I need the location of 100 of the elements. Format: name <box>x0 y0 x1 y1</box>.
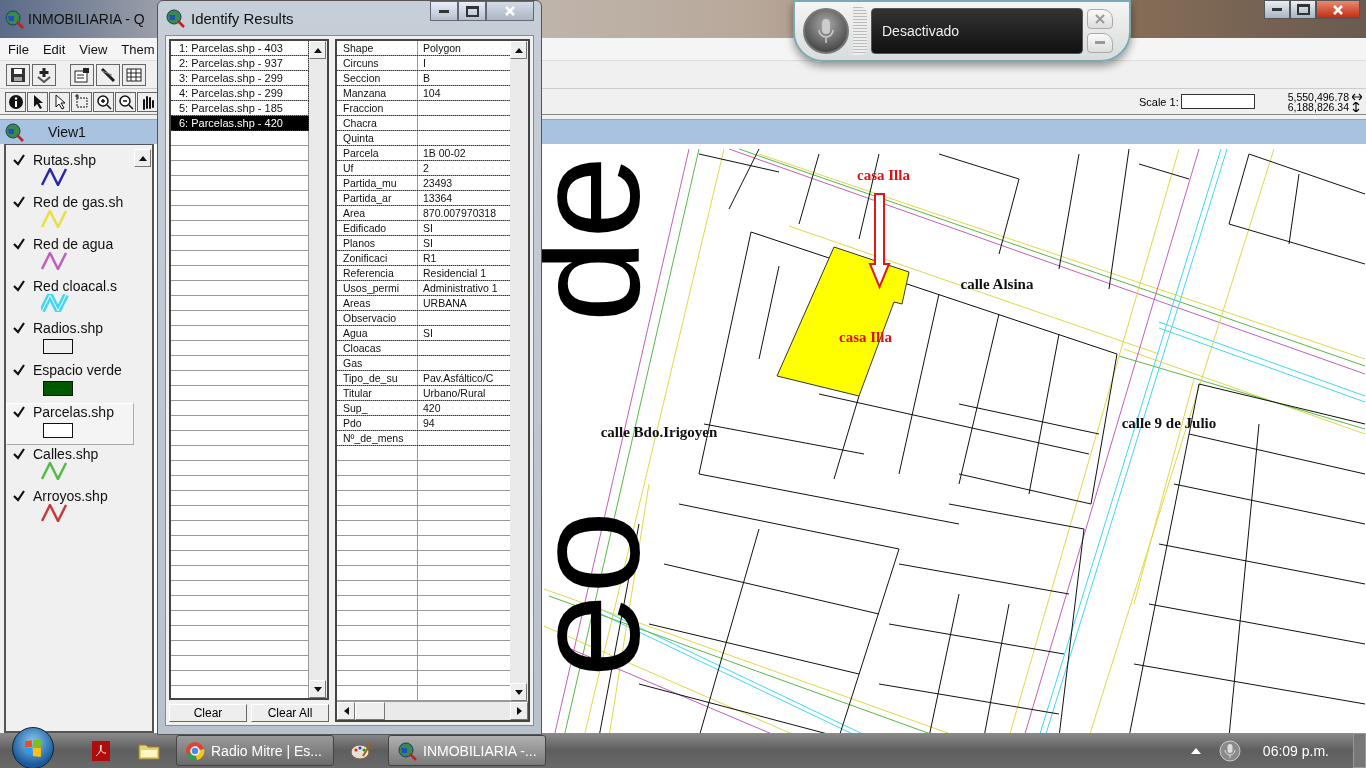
menu-item[interactable]: File <box>8 41 29 57</box>
scroll-left-button[interactable] <box>337 702 355 720</box>
vertical-arrows-icon <box>1352 101 1360 112</box>
menu-item[interactable]: Edit <box>42 41 66 57</box>
identify-button[interactable] <box>5 91 26 112</box>
microphone-button[interactable] <box>803 8 849 54</box>
field-value-cell-text: 104 <box>422 86 442 100</box>
layer-checkbox[interactable] <box>13 154 25 166</box>
scale-field[interactable] <box>1180 94 1255 109</box>
scroll-down-button[interactable] <box>309 680 326 698</box>
windows-logo-icon <box>24 738 42 757</box>
field-value-cell-text: URBANA <box>422 296 468 310</box>
field-name-cell-text: Uf <box>342 161 355 175</box>
table-button[interactable] <box>122 63 146 86</box>
highlighted-parcel[interactable] <box>776 246 910 397</box>
field-name-cell-text: Observacio <box>342 311 398 325</box>
zoom-in-button[interactable] <box>93 91 114 112</box>
scroll-up-button[interactable] <box>309 41 326 59</box>
scroll-thumb[interactable] <box>355 702 385 720</box>
dialog-button[interactable]: Clear <box>169 704 247 722</box>
field-value-cell-text: I <box>422 56 427 70</box>
menu-item[interactable]: Them <box>121 41 155 57</box>
field-value-cell-text: 870.007970318 <box>422 206 497 220</box>
zoom-out-button[interactable] <box>115 91 136 112</box>
up-arrow-icon <box>514 47 523 53</box>
layer-checkbox[interactable] <box>13 322 25 334</box>
field-value-cell-text: Urbano/Rural <box>422 386 487 400</box>
taskbar-app-button[interactable]: Radio Mitre | Es... <box>176 735 334 766</box>
save-button[interactable] <box>6 63 30 86</box>
field-name-cell-text: Chacra <box>342 116 378 130</box>
volume-meter <box>853 7 867 55</box>
add-theme-button[interactable] <box>32 63 56 86</box>
layer-item[interactable]: Red de agua <box>6 235 134 277</box>
close-button[interactable] <box>1316 0 1360 19</box>
field-value-cell-text: Polygon <box>422 41 462 55</box>
layer-checkbox[interactable] <box>13 238 25 250</box>
vertex-button[interactable] <box>49 91 70 112</box>
pdf-icon <box>92 740 110 761</box>
menu-item[interactable]: View <box>79 41 108 57</box>
layer-item[interactable]: Arroyos.shp <box>6 487 134 529</box>
close-icon <box>1332 3 1344 16</box>
pencil-icon <box>100 66 116 83</box>
field-name-cell-text: Gas <box>342 356 364 370</box>
layer-item[interactable]: Calles.shp <box>6 445 134 487</box>
microphone-icon <box>816 18 836 44</box>
layer-item[interactable]: Parcelas.shp <box>6 403 134 445</box>
layer-item[interactable]: Red de gas.sh <box>6 193 134 235</box>
scale-label: Scale 1: <box>1138 95 1179 108</box>
layer-checkbox[interactable] <box>13 490 25 502</box>
close-button[interactable] <box>486 1 534 21</box>
scroll-right-button[interactable] <box>510 702 528 720</box>
field-name-cell-text: Referencia <box>342 266 395 280</box>
result-item[interactable]: 6: Parcelas.shp - 420 <box>171 116 309 131</box>
scroll-up-button[interactable] <box>134 149 151 167</box>
field-name-cell-text: Areas <box>342 296 372 310</box>
layer-name: Rutas.shp <box>33 152 97 168</box>
minimize-icon <box>1095 41 1105 45</box>
scroll-down-button[interactable] <box>510 683 527 701</box>
up-arrow-icon <box>1190 747 1201 754</box>
globe-magnifier-icon <box>165 8 185 28</box>
up-arrow-icon <box>138 155 147 161</box>
map-label: casa Illa <box>857 167 910 183</box>
properties-button[interactable] <box>70 63 94 86</box>
layer-checkbox[interactable] <box>13 280 25 292</box>
field-name-cell-text: Agua <box>342 326 369 340</box>
select-box-button[interactable] <box>71 91 92 112</box>
field-value-cell-text: 94 <box>422 416 436 430</box>
layer-checkbox[interactable] <box>13 406 25 418</box>
street-label: calle Alsina <box>960 276 1034 292</box>
layer-name: Calles.shp <box>33 446 99 462</box>
layer-checkbox[interactable] <box>13 196 25 208</box>
field-value-cell-text: Pav.Asfáltico/C <box>422 371 495 385</box>
minimize-button[interactable] <box>1264 0 1290 19</box>
map-label: de <box>503 155 671 323</box>
maximize-button[interactable] <box>458 1 486 21</box>
field-name-cell-text: Sup_ <box>342 401 369 415</box>
field-value-cell-text: SI <box>422 221 434 235</box>
layer-item[interactable]: Espacio verde <box>6 361 134 403</box>
dialog-button[interactable]: Clear All <box>251 704 329 722</box>
field-name-cell-text: Circuns <box>342 56 380 70</box>
layer-checkbox[interactable] <box>13 364 25 376</box>
field-value-cell-text: Residencial 1 <box>422 266 488 280</box>
field-name-cell-text: Shape <box>342 41 375 55</box>
field-name-cell-text: Seccion <box>342 71 382 85</box>
maximize-button[interactable] <box>1290 0 1316 19</box>
layer-name: Red de agua <box>33 236 114 252</box>
layer-item[interactable]: Radios.shp <box>6 319 134 361</box>
layer-item[interactable]: Rutas.shp <box>6 151 134 193</box>
minimize-button[interactable] <box>430 1 458 21</box>
field-name-cell-text: Planos <box>342 236 377 250</box>
pointer-button[interactable] <box>27 91 48 112</box>
field-value-cell-text: Administrativo 1 <box>422 281 499 295</box>
down-arrow-icon <box>514 689 523 695</box>
layer-checkbox[interactable] <box>13 448 25 460</box>
speech-status: Desactivado <box>871 8 1083 54</box>
field-value-cell-text: SI <box>422 236 434 250</box>
scroll-up-button[interactable] <box>510 41 527 59</box>
layer-item[interactable]: Red cloacal.s <box>6 277 134 319</box>
edit-button[interactable] <box>96 63 120 86</box>
map-label: eo <box>503 510 671 678</box>
